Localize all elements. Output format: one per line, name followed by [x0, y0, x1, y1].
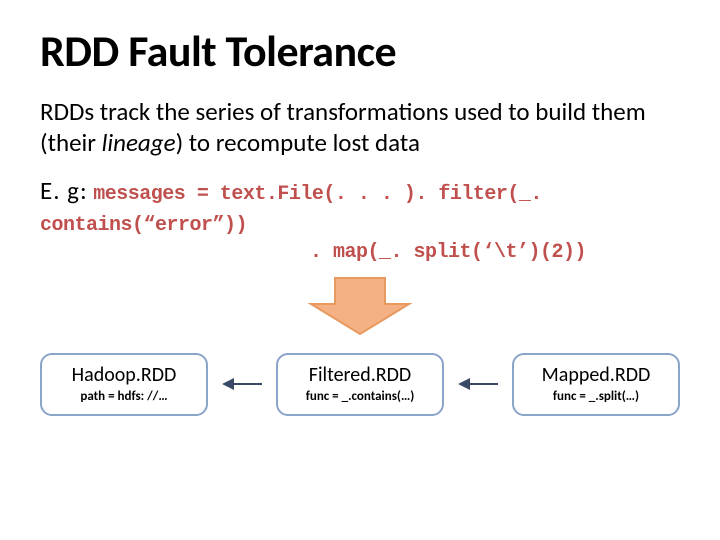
example-code-line1: messages = text.File(. . . ). filter(_. … — [40, 183, 542, 237]
rdd-box-filtered: Filtered.RDD func = _.contains(…) — [276, 353, 444, 416]
rdd-box-subtitle: func = _.contains(…) — [286, 389, 434, 404]
arrow-down-icon — [305, 274, 415, 343]
body-paragraph: RDDs track the series of transformations… — [40, 96, 680, 159]
arrow-left-icon — [458, 376, 498, 392]
slide-title: RDD Fault Tolerance — [40, 24, 680, 78]
rdd-box-title: Mapped.RDD — [522, 363, 670, 387]
example-code-line2: . map(_. split(‘\t’)(2)) — [310, 241, 680, 264]
rdd-box-title: Hadoop.RDD — [50, 363, 198, 387]
rdd-box-subtitle: path = hdfs: //… — [50, 389, 198, 404]
rdd-box-mapped: Mapped.RDD func = _.split(…) — [512, 353, 680, 416]
body-suffix: ) to recompute lost data — [176, 127, 420, 158]
example-line: E. g: messages = text.File(. . . ). filt… — [40, 175, 680, 237]
body-lineage-word: lineage — [102, 127, 176, 158]
rdd-box-title: Filtered.RDD — [286, 363, 434, 387]
arrow-left-icon — [222, 376, 262, 392]
rdd-box-hadoop: Hadoop.RDD path = hdfs: //… — [40, 353, 208, 416]
lineage-diagram: Hadoop.RDD path = hdfs: //… Filtered.RDD… — [40, 353, 680, 416]
example-prefix: E. g: — [40, 175, 88, 206]
rdd-box-subtitle: func = _.split(…) — [522, 389, 670, 404]
